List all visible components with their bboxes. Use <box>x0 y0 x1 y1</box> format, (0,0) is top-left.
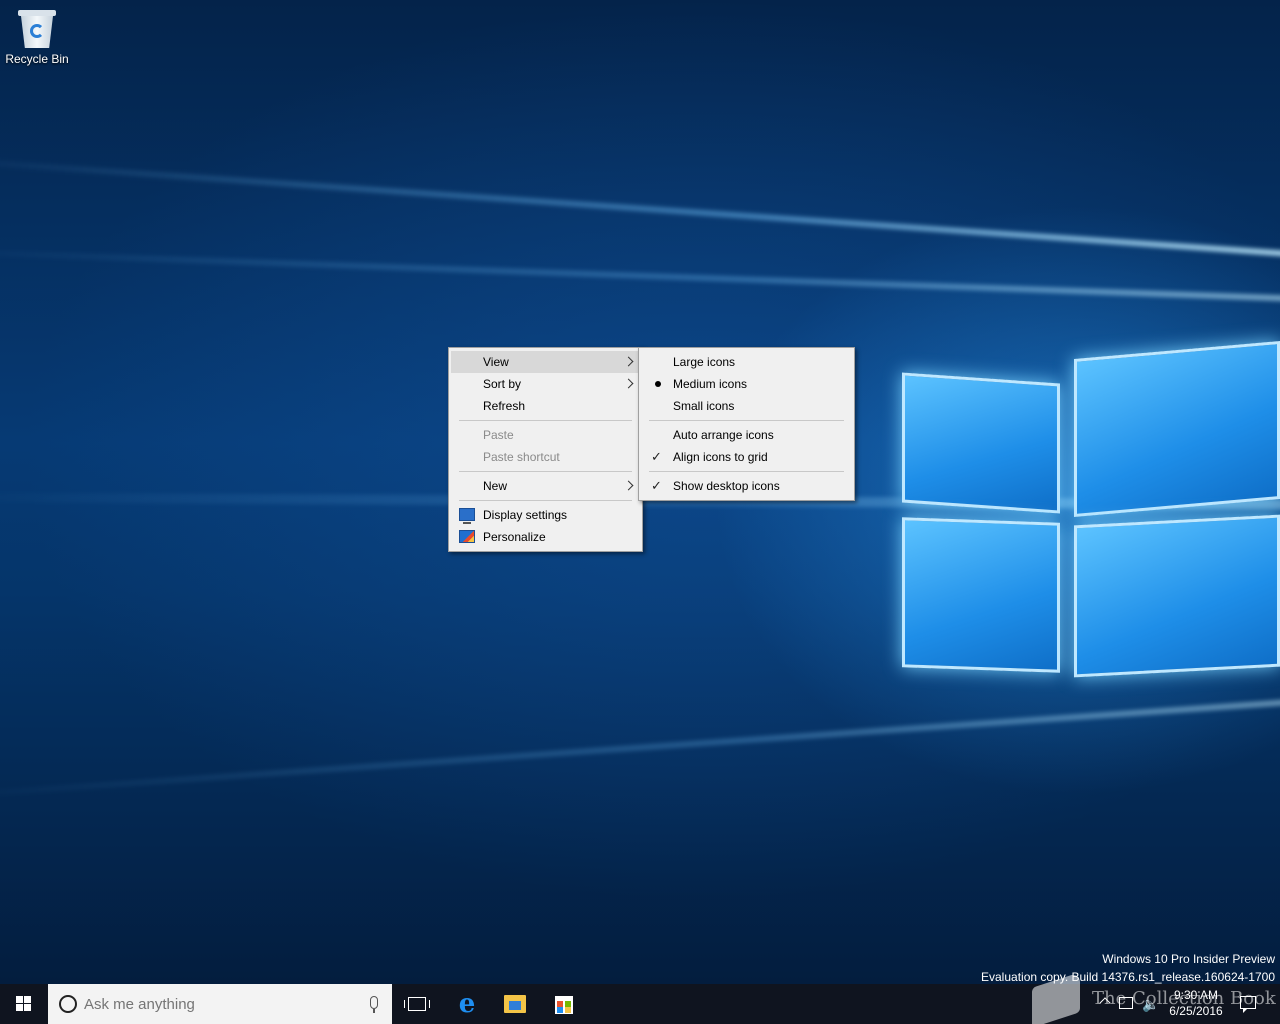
menu-item-personalize-label: Personalize <box>483 530 546 544</box>
chevron-right-icon <box>623 378 634 389</box>
menu-separator <box>649 471 844 472</box>
task-view-icon <box>404 997 430 1011</box>
menu-item-small-icons[interactable]: Small icons <box>641 395 852 417</box>
menu-item-paste-shortcut-label: Paste shortcut <box>483 450 560 464</box>
menu-separator <box>459 420 632 421</box>
menu-item-refresh[interactable]: Refresh <box>451 395 640 417</box>
book-icon <box>1032 972 1080 1024</box>
menu-item-display-settings[interactable]: Display settings <box>451 504 640 526</box>
edge-button[interactable]: e <box>443 984 491 1024</box>
menu-item-show-desktop-icons-label: Show desktop icons <box>673 479 780 493</box>
edge-browser-icon: e <box>458 989 476 1019</box>
menu-item-paste[interactable]: Paste <box>451 424 640 446</box>
menu-item-large-icons[interactable]: Large icons <box>641 351 852 373</box>
menu-separator <box>459 500 632 501</box>
menu-item-align-icons-to-grid-label: Align icons to grid <box>673 450 768 464</box>
store-button[interactable] <box>540 984 588 1024</box>
view-submenu: Large icons Medium icons Small icons Aut… <box>638 347 855 501</box>
menu-item-new[interactable]: New <box>451 475 640 497</box>
menu-separator <box>459 471 632 472</box>
search-input[interactable] <box>84 984 354 1024</box>
menu-item-align-icons-to-grid[interactable]: ✓ Align icons to grid <box>641 446 852 468</box>
store-icon <box>555 996 573 1014</box>
radio-bullet-icon <box>655 381 661 387</box>
personalize-icon <box>459 530 475 543</box>
menu-item-large-icons-label: Large icons <box>673 355 736 369</box>
menu-item-medium-icons[interactable]: Medium icons <box>641 373 852 395</box>
menu-item-view-label: View <box>483 355 509 369</box>
recycle-bin-label: Recycle Bin <box>5 52 69 66</box>
menu-item-medium-icons-label: Medium icons <box>673 377 748 391</box>
collection-book-overlay: The Collection Book <box>1030 972 1280 1024</box>
menu-item-personalize[interactable]: Personalize <box>451 526 640 548</box>
windows-logo-icon <box>16 996 32 1012</box>
chevron-right-icon <box>623 480 634 491</box>
task-view-button[interactable] <box>392 984 440 1024</box>
menu-item-paste-shortcut[interactable]: Paste shortcut <box>451 446 640 468</box>
menu-item-auto-arrange-icons-label: Auto arrange icons <box>673 428 774 442</box>
menu-item-sort-by[interactable]: Sort by <box>451 373 640 395</box>
menu-separator <box>649 420 844 421</box>
desktop-context-menu: View Sort by Refresh Paste Paste shortcu… <box>448 347 643 552</box>
menu-item-paste-label: Paste <box>483 428 514 442</box>
collection-book-text: The Collection Book <box>1092 988 1276 1009</box>
recycle-bin[interactable]: Recycle Bin <box>4 6 70 66</box>
menu-item-refresh-label: Refresh <box>483 399 526 413</box>
checkmark-icon: ✓ <box>651 478 662 493</box>
chevron-right-icon <box>623 356 634 367</box>
menu-item-small-icons-label: Small icons <box>673 399 735 413</box>
recycle-bin-icon <box>17 6 57 48</box>
start-button[interactable] <box>0 984 48 1024</box>
cortana-icon <box>59 995 77 1013</box>
menu-item-auto-arrange-icons[interactable]: Auto arrange icons <box>641 424 852 446</box>
menu-item-new-label: New <box>483 479 508 493</box>
file-explorer-icon <box>504 995 526 1013</box>
checkmark-icon: ✓ <box>651 449 662 464</box>
menu-item-display-settings-label: Display settings <box>483 508 568 522</box>
menu-item-view[interactable]: View <box>451 351 640 373</box>
file-explorer-button[interactable] <box>491 984 539 1024</box>
microphone-icon[interactable] <box>370 996 378 1013</box>
cortana-search-box[interactable] <box>48 984 392 1024</box>
menu-item-sort-by-label: Sort by <box>483 377 522 391</box>
menu-item-show-desktop-icons[interactable]: ✓ Show desktop icons <box>641 475 852 497</box>
watermark-edition: Windows 10 Pro Insider Preview <box>1102 952 1275 966</box>
display-settings-icon <box>459 508 475 524</box>
